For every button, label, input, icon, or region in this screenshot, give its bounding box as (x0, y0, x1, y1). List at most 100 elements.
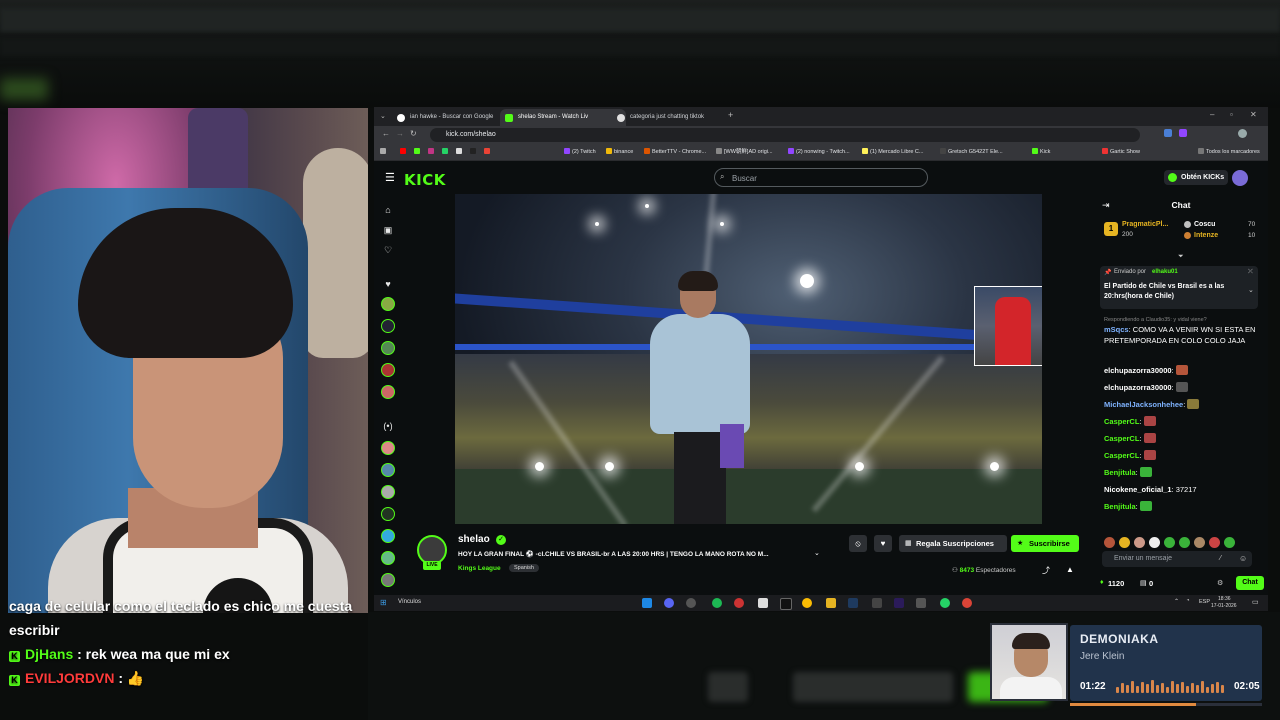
channel-avatar[interactable] (381, 551, 395, 565)
channel-avatar[interactable] (381, 485, 395, 499)
chrome-taskbar-icon[interactable] (962, 598, 972, 608)
channel-name[interactable]: shelao (458, 534, 490, 545)
chat-username[interactable]: CasperCL (1104, 451, 1139, 460)
bookmark-item[interactable]: (2) Twitch (564, 144, 596, 160)
windows-start-icon[interactable]: ⊞ (380, 598, 387, 607)
browse-icon[interactable]: ▣ (383, 225, 393, 235)
bookmark-item[interactable]: Gartic Show (1102, 144, 1140, 160)
chat-username[interactable]: elchupazorra30000 (1104, 383, 1172, 392)
bookmark-apps-icon[interactable] (380, 144, 388, 160)
app-taskbar-icon[interactable] (758, 598, 768, 608)
channel-avatar[interactable] (381, 463, 395, 477)
calculator-taskbar-icon[interactable] (872, 598, 882, 608)
chat-username[interactable]: Benjitula (1104, 468, 1136, 477)
tab-tiktok[interactable]: categoria just chatting tiktok (612, 109, 736, 126)
language-indicator[interactable]: ESP (1199, 599, 1210, 605)
steam-taskbar-icon[interactable] (642, 598, 652, 608)
chat-username[interactable]: mSqcs (1104, 325, 1129, 334)
expand-title-chevron-icon[interactable]: ⌄ (814, 549, 820, 557)
report-icon[interactable]: ▲ (1066, 565, 1074, 574)
bookmark-item[interactable]: Kick (1032, 144, 1050, 160)
profile-icon[interactable] (1238, 129, 1247, 138)
tray-chevron-icon[interactable]: ⌃ (1174, 598, 1179, 605)
home-icon[interactable]: ⌂ (383, 205, 393, 215)
search-input[interactable]: Buscar (714, 168, 928, 187)
extension-icon[interactable] (1164, 129, 1172, 137)
user-avatar[interactable] (1232, 170, 1248, 186)
tab-search-icon[interactable]: ⌄ (380, 112, 386, 120)
stream-category[interactable]: Kings League (458, 565, 501, 572)
menu-icon[interactable]: ☰ (385, 171, 395, 184)
app-taskbar-icon[interactable] (916, 598, 926, 608)
emoji-picker-icon[interactable]: ☺ (1239, 554, 1247, 563)
all-bookmarks[interactable]: Todos los marcadores (1198, 144, 1260, 160)
commands-icon[interactable]: ⁄ (1220, 555, 1221, 562)
obs-taskbar-icon[interactable] (686, 598, 696, 608)
channel-points[interactable]: 1120 (1108, 579, 1124, 588)
emote-icon[interactable] (1149, 537, 1160, 548)
taskbar-clock-time[interactable]: 18:36 (1218, 596, 1231, 602)
taskbar-clock-date[interactable]: 17-01-2026 (1211, 603, 1237, 609)
premiere-taskbar-icon[interactable] (894, 598, 904, 608)
discord-taskbar-icon[interactable] (664, 598, 674, 608)
emote-icon[interactable] (1194, 537, 1205, 548)
spotify-taskbar-icon[interactable] (712, 598, 722, 608)
unpin-icon[interactable]: ⤫ (1248, 269, 1253, 276)
emote-icon[interactable] (1209, 537, 1220, 548)
following-heart-icon[interactable]: ♡ (383, 245, 393, 255)
language-tag[interactable]: Spanish (509, 564, 539, 572)
expand-pin-chevron-icon[interactable]: ⌄ (1248, 286, 1254, 294)
whatsapp-bookmark-icon[interactable] (442, 144, 450, 160)
follow-heart-button[interactable]: ♥ (874, 535, 892, 552)
channel-avatar[interactable] (381, 363, 395, 377)
channel-avatar[interactable] (381, 529, 395, 543)
kick-logo[interactable]: KICK (404, 171, 446, 189)
emote-icon[interactable] (1119, 537, 1130, 548)
chat-message-input[interactable]: Enviar un mensaje (1102, 551, 1252, 567)
chat-username[interactable]: MichaelJacksonhehee (1104, 400, 1183, 409)
expand-leaderboard-icon[interactable]: ⏷ (1178, 253, 1184, 261)
send-chat-button[interactable]: Chat (1236, 576, 1264, 590)
tab-kick[interactable]: shelao Stream - Watch Liv (500, 109, 626, 126)
file-explorer-taskbar-icon[interactable] (826, 598, 836, 608)
gift-subs-button[interactable]: Regala Suscripciones (899, 535, 1007, 552)
close-icon[interactable]: ✕ (1250, 110, 1257, 119)
bookmark-item[interactable]: Gretsch G5422T Ele... (940, 144, 1003, 160)
youtube-bookmark-icon[interactable] (400, 144, 408, 160)
notifications-icon[interactable]: ▭ (1252, 598, 1259, 606)
leader-name[interactable]: Coscu (1194, 221, 1215, 228)
channel-avatar[interactable] (381, 573, 395, 587)
reload-icon[interactable]: ↻ (410, 129, 417, 138)
share-icon[interactable]: ⤴ (1042, 565, 1050, 576)
chat-username[interactable]: Nicokene_oficial_1 (1104, 485, 1172, 494)
pinned-by-user[interactable]: elhaku01 (1152, 269, 1178, 275)
bookmark-item[interactable]: (1) Mercado Libre C... (862, 144, 924, 160)
chat-username[interactable]: elchupazorra30000 (1104, 366, 1172, 375)
chat-settings-gear-icon[interactable]: ⚙ (1217, 579, 1223, 587)
chat-username[interactable]: CasperCL (1104, 417, 1139, 426)
emote-icon[interactable] (1104, 537, 1115, 548)
tab-google[interactable]: ian hawke - Buscar con Google (392, 109, 514, 126)
photoshop-taskbar-icon[interactable] (848, 598, 858, 608)
emote-icon[interactable] (1224, 537, 1235, 548)
maximize-icon[interactable]: ▫ (1230, 110, 1233, 119)
forward-icon[interactable]: → (396, 129, 404, 138)
minimize-icon[interactable]: – (1210, 110, 1214, 119)
recorder-taskbar-icon[interactable] (734, 598, 744, 608)
emote-icon[interactable] (1179, 537, 1190, 548)
kick-bookmark-icon[interactable] (414, 144, 422, 160)
emote-icon[interactable] (1134, 537, 1145, 548)
bookmark-item[interactable]: BetterTTV - Chrome... (644, 144, 706, 160)
channel-avatar[interactable] (381, 341, 395, 355)
twitch-extension-icon[interactable] (1179, 129, 1187, 137)
tiktok-taskbar-icon[interactable] (780, 598, 792, 610)
gmail-bookmark-icon[interactable] (484, 144, 492, 160)
chat-username[interactable]: Benjitula (1104, 502, 1136, 511)
store-points[interactable]: 0 (1149, 579, 1153, 588)
mute-notifications-button[interactable]: ⦸ (849, 535, 867, 552)
channel-avatar[interactable] (381, 441, 395, 455)
back-icon[interactable]: ← (382, 129, 390, 138)
bookmark-item[interactable]: [WW朝鮮]AD origi... (716, 144, 773, 160)
x-bookmark-icon[interactable] (456, 144, 464, 160)
channel-avatar[interactable] (381, 297, 395, 311)
